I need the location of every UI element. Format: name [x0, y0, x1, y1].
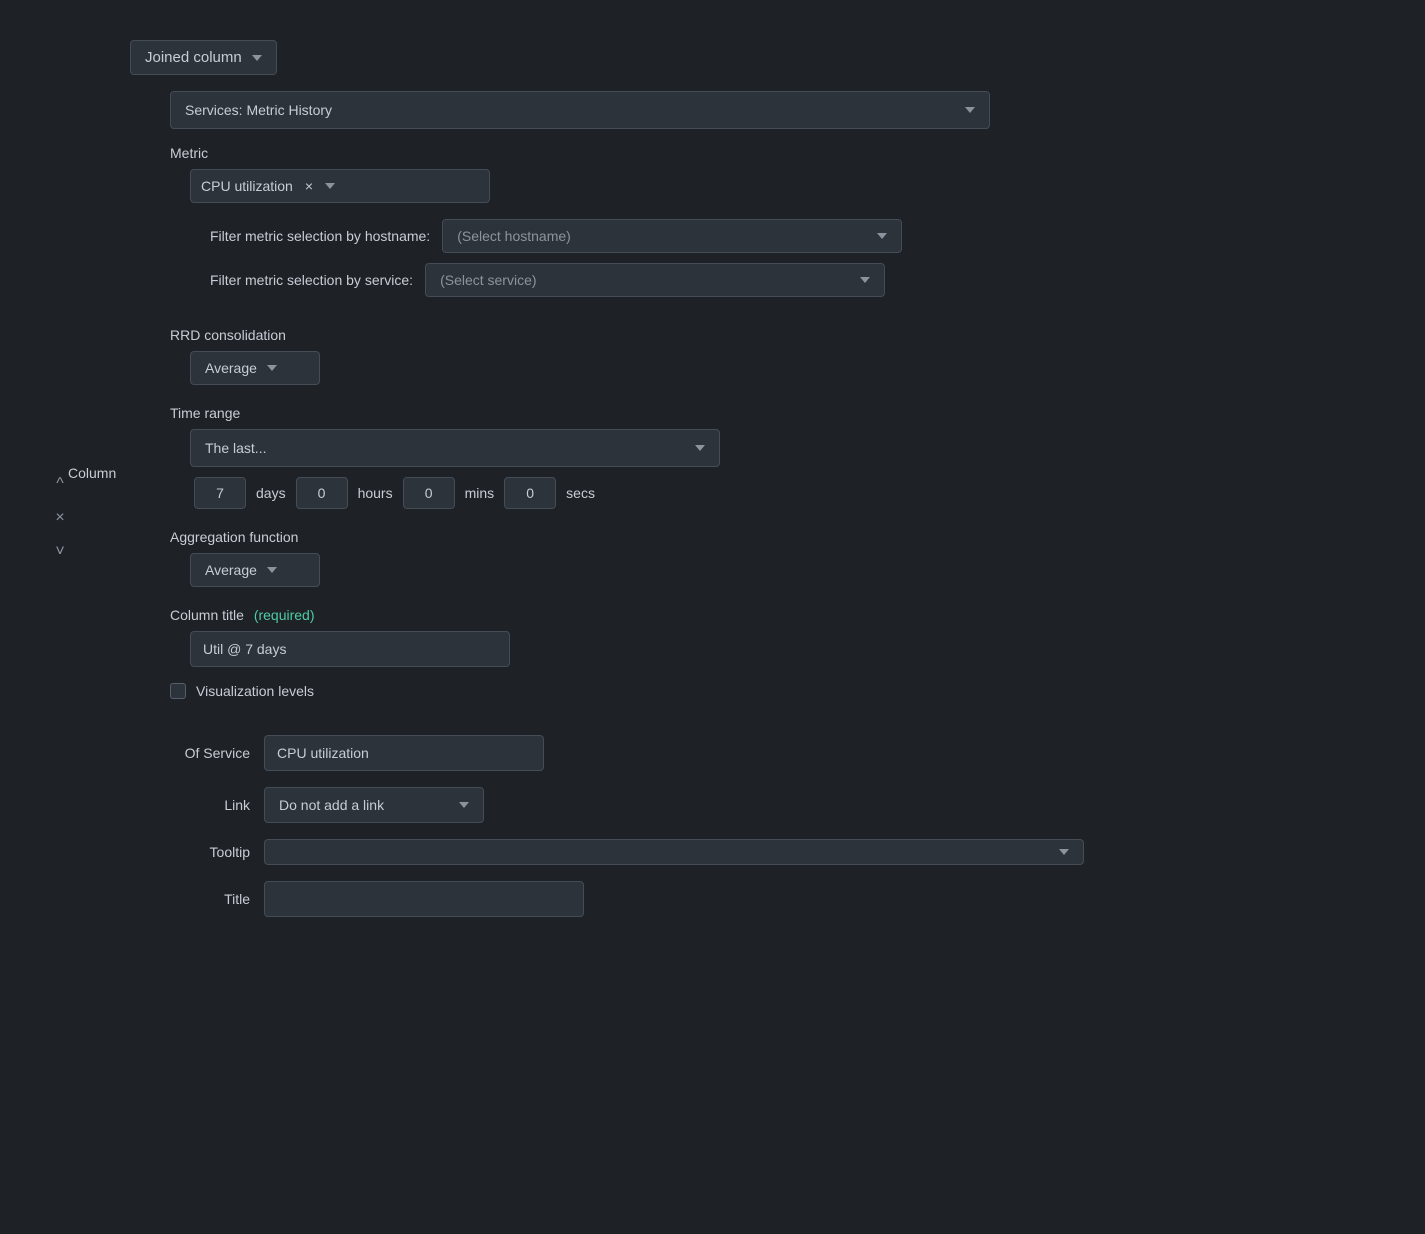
- tooltip-label: Tooltip: [170, 844, 250, 860]
- column-label: Column: [68, 465, 116, 481]
- metric-section: CPU utilization × Filter metric selectio…: [170, 169, 1395, 297]
- secs-input[interactable]: [504, 477, 556, 509]
- link-value: Do not add a link: [279, 797, 384, 813]
- column-title-input[interactable]: [190, 631, 510, 667]
- of-service-row: Of Service: [170, 735, 1395, 771]
- metric-clear-icon: ×: [305, 178, 313, 194]
- metric-value: CPU utilization: [201, 178, 293, 194]
- filter-service-row: Filter metric selection by service: (Sel…: [190, 263, 1395, 297]
- service-chevron-icon: [965, 107, 975, 113]
- column-title-label: Column title: [170, 607, 244, 623]
- title-row: Title: [170, 881, 1395, 917]
- visualization-levels-row: Visualization levels: [170, 683, 1395, 699]
- rrd-chevron-icon: [267, 365, 277, 371]
- service-dropdown-label: Services: Metric History: [185, 102, 332, 118]
- joined-column-dropdown[interactable]: Joined column: [130, 40, 277, 75]
- tooltip-dropdown[interactable]: [264, 839, 1084, 865]
- filter-service-placeholder: (Select service): [440, 272, 536, 288]
- visualization-levels-checkbox[interactable]: [170, 683, 186, 699]
- joined-column-chevron-icon: [252, 55, 262, 61]
- main-container: Joined column ^ × ˅ Column Services: Met…: [0, 20, 1425, 953]
- filter-hostname-dropdown[interactable]: (Select hostname): [442, 219, 902, 253]
- rrd-section: Average: [170, 351, 1395, 385]
- hours-label: hours: [352, 485, 399, 501]
- filter-hostname-placeholder: (Select hostname): [457, 228, 571, 244]
- hours-input[interactable]: [296, 477, 348, 509]
- link-label: Link: [170, 797, 250, 813]
- column-title-section: [170, 631, 1395, 667]
- filter-service-chevron-icon: [860, 277, 870, 283]
- arrow-down-icon: ˅: [55, 543, 64, 560]
- tooltip-chevron-icon: [1059, 849, 1069, 855]
- aggregation-section: Average: [170, 553, 1395, 587]
- of-service-input[interactable]: [264, 735, 544, 771]
- aggregation-chevron-icon: [267, 567, 277, 573]
- title-input[interactable]: [264, 881, 584, 917]
- metric-row: CPU utilization ×: [190, 169, 1395, 203]
- days-input[interactable]: [194, 477, 246, 509]
- arrow-up-icon: ^: [56, 475, 64, 492]
- metric-input-wrapper: CPU utilization ×: [190, 169, 490, 203]
- link-row: Link Do not add a link: [170, 787, 1395, 823]
- filter-hostname-chevron-icon: [877, 233, 887, 239]
- secs-label: secs: [560, 485, 601, 501]
- bottom-section: Of Service Link Do not add a link Toolti…: [170, 735, 1395, 917]
- metric-chevron-icon: [325, 183, 335, 189]
- mins-label: mins: [459, 485, 501, 501]
- tooltip-row: Tooltip: [170, 839, 1395, 865]
- joined-column-label: Joined column: [145, 49, 242, 66]
- days-label: days: [250, 485, 292, 501]
- mins-input[interactable]: [403, 477, 455, 509]
- time-range-dropdown[interactable]: The last...: [190, 429, 720, 467]
- visualization-levels-label: Visualization levels: [196, 683, 314, 699]
- content-area: ^ × ˅ Column Services: Metric History Me…: [30, 91, 1395, 933]
- filter-service-label: Filter metric selection by service:: [210, 272, 413, 288]
- title-label: Title: [170, 891, 250, 907]
- aggregation-section-label: Aggregation function: [170, 529, 1395, 545]
- column-title-label-row: Column title (required): [170, 607, 1395, 623]
- metric-section-label: Metric: [170, 145, 1395, 161]
- filter-service-dropdown[interactable]: (Select service): [425, 263, 885, 297]
- link-chevron-icon: [459, 802, 469, 808]
- filter-hostname-row: Filter metric selection by hostname: (Se…: [190, 219, 1395, 253]
- move-down-button[interactable]: ˅: [51, 539, 68, 565]
- form-area: Services: Metric History Metric CPU util…: [170, 91, 1395, 933]
- rrd-dropdown[interactable]: Average: [190, 351, 320, 385]
- aggregation-value: Average: [205, 562, 257, 578]
- metric-clear-button[interactable]: ×: [301, 178, 317, 194]
- time-range-value: The last...: [205, 440, 266, 456]
- remove-button[interactable]: ×: [51, 505, 68, 531]
- service-dropdown[interactable]: Services: Metric History: [170, 91, 990, 129]
- aggregation-dropdown[interactable]: Average: [190, 553, 320, 587]
- rrd-value: Average: [205, 360, 257, 376]
- time-inputs-row: days hours mins secs: [190, 477, 1395, 509]
- of-service-label: Of Service: [170, 745, 250, 761]
- filter-hostname-label: Filter metric selection by hostname:: [210, 228, 430, 244]
- left-controls: ^ × ˅: [30, 91, 90, 933]
- move-up-button[interactable]: ^: [52, 471, 68, 497]
- link-dropdown[interactable]: Do not add a link: [264, 787, 484, 823]
- rrd-section-label: RRD consolidation: [170, 327, 1395, 343]
- column-title-required: (required): [254, 607, 315, 623]
- time-range-section: The last... days hours mins secs: [170, 429, 1395, 509]
- time-range-section-label: Time range: [170, 405, 1395, 421]
- close-icon: ×: [55, 509, 64, 526]
- time-range-chevron-icon: [695, 445, 705, 451]
